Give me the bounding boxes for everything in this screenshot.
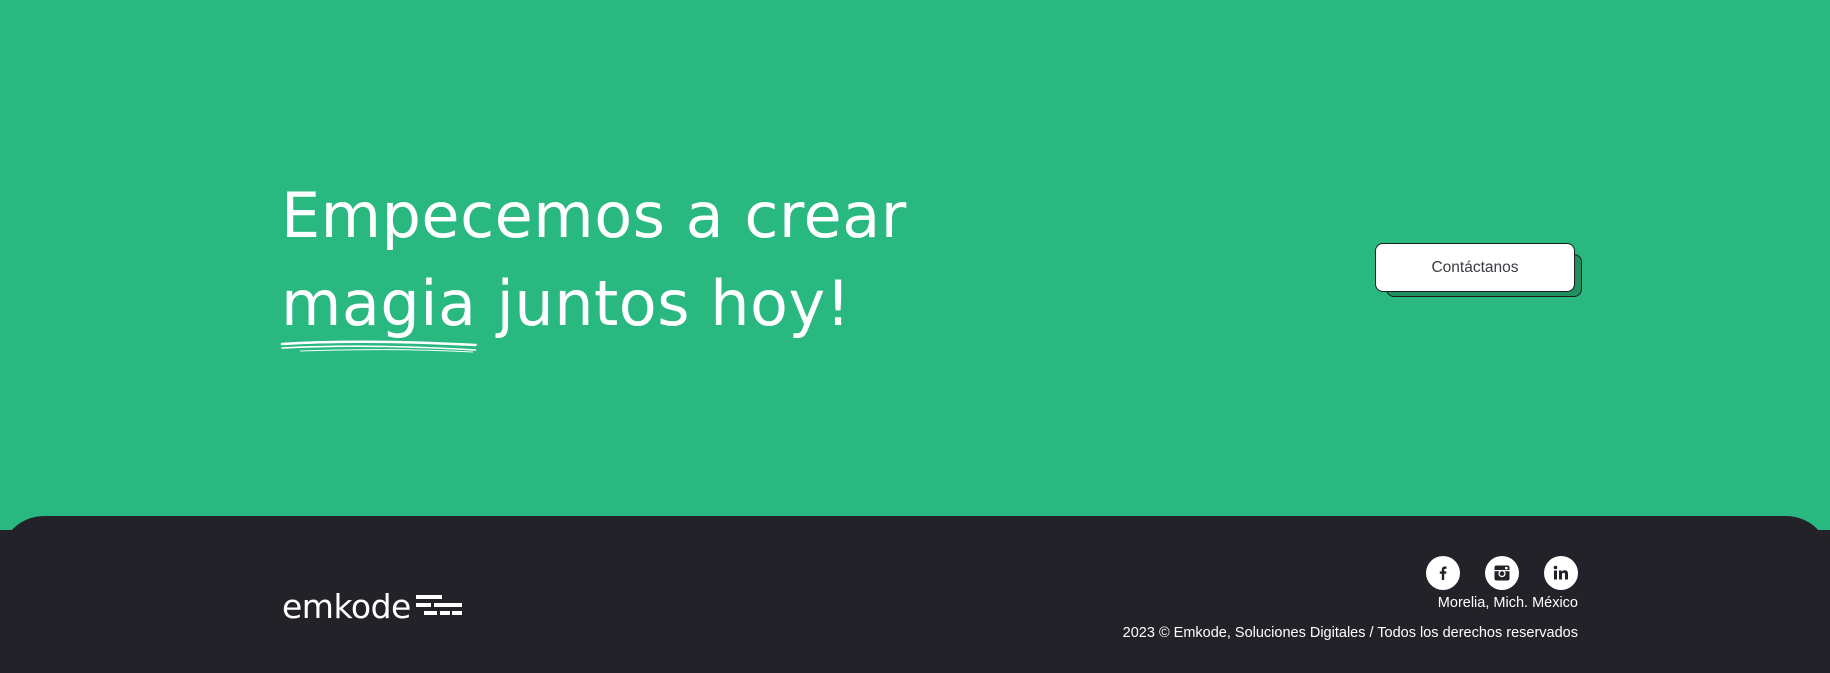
- linkedin-icon: [1553, 565, 1568, 580]
- instagram-icon: [1494, 565, 1510, 581]
- copyright-text: 2023 © Emkode, Soluciones Digitales / To…: [1122, 625, 1578, 641]
- headline-line-1: Empecemos a crear: [281, 179, 907, 252]
- headline-line-2: magia juntos hoy!: [280, 260, 907, 353]
- headline-highlight-word: magia: [280, 260, 477, 353]
- instagram-link[interactable]: [1485, 556, 1519, 590]
- headline-line-2-rest: juntos hoy!: [476, 267, 852, 340]
- facebook-icon: [1439, 566, 1447, 580]
- contact-button-wrapper: Contáctanos: [1375, 243, 1582, 299]
- logo-bars-icon: [415, 595, 462, 615]
- contact-button[interactable]: Contáctanos: [1375, 243, 1575, 292]
- linkedin-link[interactable]: [1544, 556, 1578, 590]
- cta-headline: Empecemos a crear magia juntos hoy!: [280, 172, 907, 353]
- site-footer: emkode Morelia, Mich. México 2023 © Emko…: [0, 516, 1830, 673]
- location-text: Morelia, Mich. México: [1437, 595, 1578, 611]
- logo-text: emkode: [282, 586, 411, 626]
- facebook-link[interactable]: [1426, 556, 1460, 590]
- highlight-word-text: magia: [281, 267, 477, 340]
- cta-section: Empecemos a crear magia juntos hoy! Cont…: [0, 0, 1830, 530]
- emkode-logo[interactable]: emkode: [282, 586, 464, 626]
- scribble-underline-icon: [280, 340, 477, 353]
- social-links: [1426, 556, 1578, 590]
